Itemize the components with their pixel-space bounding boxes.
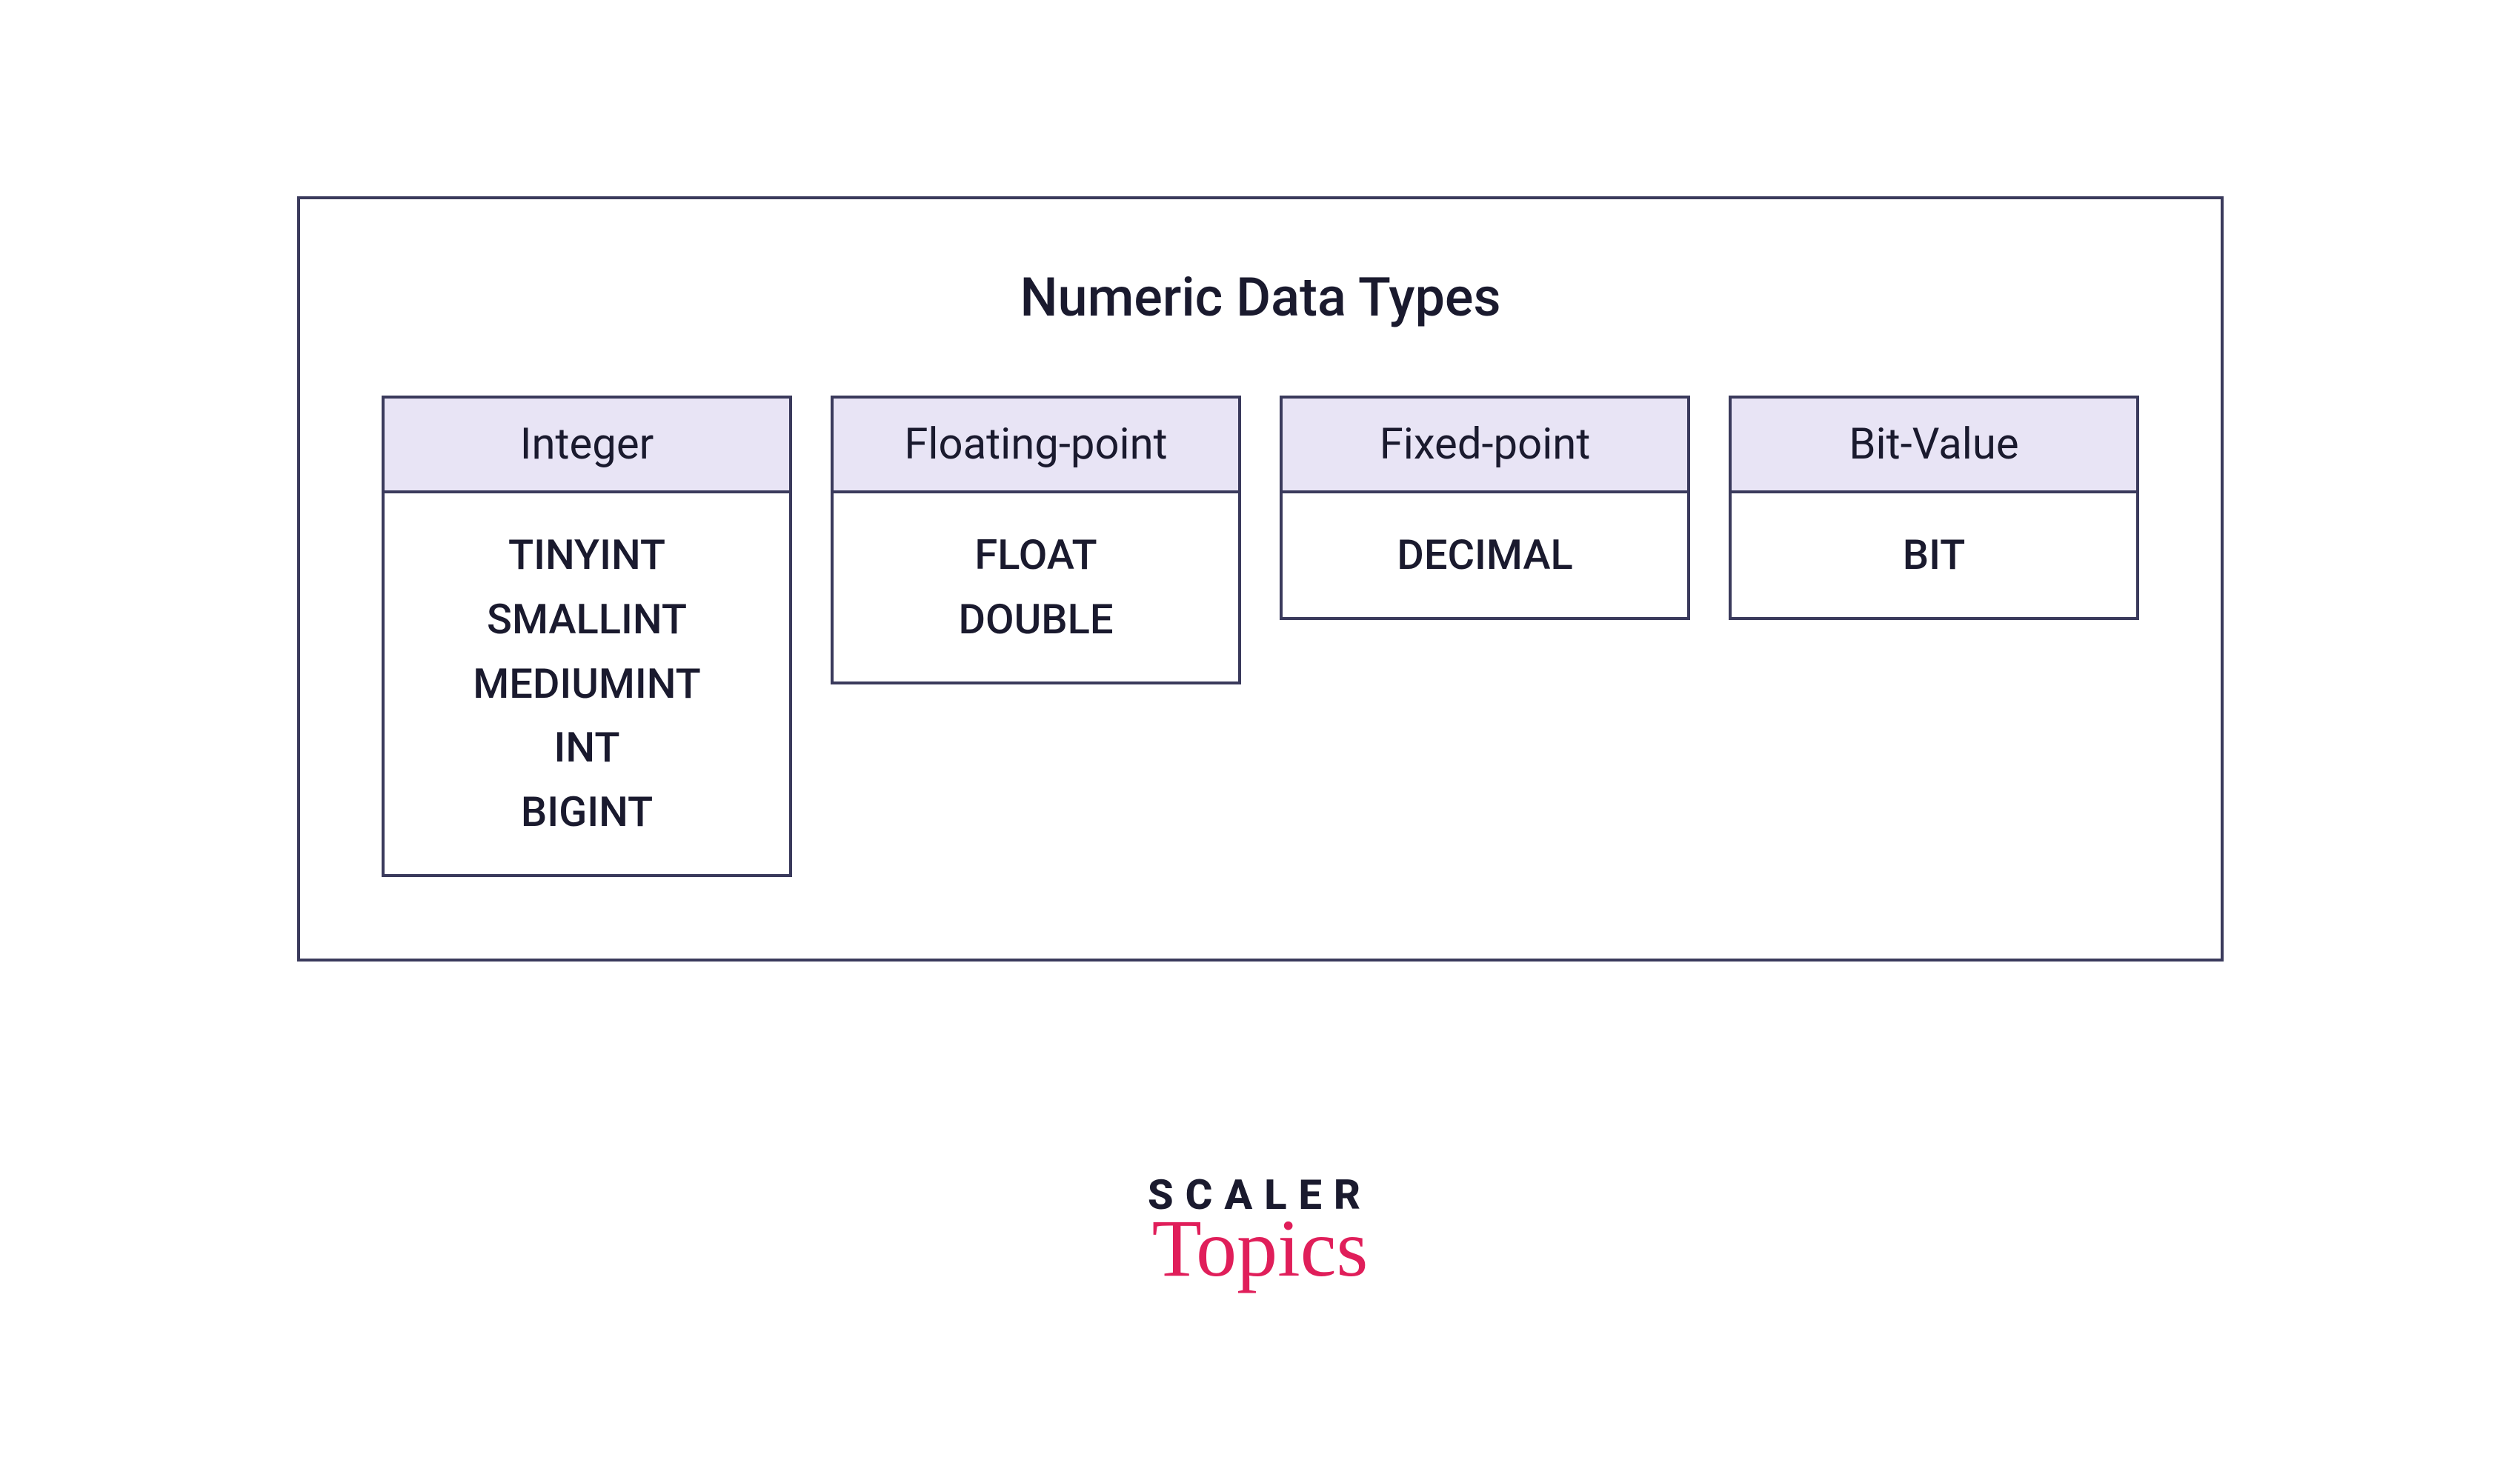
category-fixed-point: Fixed-point DECIMAL — [1280, 396, 1690, 620]
category-header: Floating-point — [834, 399, 1238, 493]
type-item: TINYINT — [392, 523, 782, 587]
brand-logo: SCALER Topics — [1148, 1170, 1372, 1296]
type-item: BIGINT — [392, 780, 782, 844]
logo-text-bottom: Topics — [1148, 1202, 1372, 1296]
category-body: DECIMAL — [1283, 493, 1687, 617]
categories-row: Integer TINYINT SMALLINT MEDIUMINT INT B… — [382, 396, 2139, 877]
category-body: BIT — [1732, 493, 2136, 617]
category-header: Integer — [385, 399, 789, 493]
category-body: FLOAT DOUBLE — [834, 493, 1238, 681]
type-item: BIT — [1739, 523, 2129, 587]
category-body: TINYINT SMALLINT MEDIUMINT INT BIGINT — [385, 493, 789, 874]
type-item: DECIMAL — [1290, 523, 1680, 587]
category-floating-point: Floating-point FLOAT DOUBLE — [831, 396, 1241, 684]
type-item: MEDIUMINT — [392, 652, 782, 716]
type-item: SMALLINT — [392, 587, 782, 652]
category-bit-value: Bit-Value BIT — [1729, 396, 2139, 620]
type-item: DOUBLE — [841, 587, 1231, 652]
diagram-container: Numeric Data Types Integer TINYINT SMALL… — [297, 196, 2224, 962]
category-header: Bit-Value — [1732, 399, 2136, 493]
category-header: Fixed-point — [1283, 399, 1687, 493]
type-item: FLOAT — [841, 523, 1231, 587]
category-integer: Integer TINYINT SMALLINT MEDIUMINT INT B… — [382, 396, 792, 877]
type-item: INT — [392, 716, 782, 780]
diagram-title: Numeric Data Types — [382, 266, 2139, 329]
